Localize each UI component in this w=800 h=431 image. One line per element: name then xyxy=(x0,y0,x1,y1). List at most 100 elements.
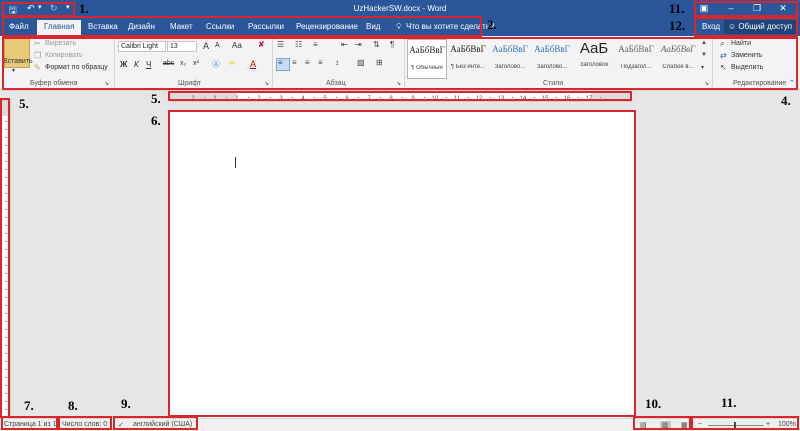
ribbon-display-options-icon[interactable]: ▣ xyxy=(697,3,711,14)
horizontal-ruler[interactable]: 2 1 1 2 3 4 5 6 7 8 9 10 11 12 13 14 15 16 17 xyxy=(170,92,632,102)
chevron-down-icon[interactable]: ▼ xyxy=(701,52,707,58)
tab-review[interactable]: Рецензирование xyxy=(296,22,358,31)
style-heading-2[interactable]: АаБбВвГ Заголово... xyxy=(533,39,571,77)
ruler-tick-mark xyxy=(5,393,7,394)
style-subtle-emphasis[interactable]: АаБбВвГ Слабое в... xyxy=(659,39,697,77)
ruler-tick-mark xyxy=(5,257,7,258)
justify-icon[interactable]: ≡ xyxy=(318,58,323,67)
signin-link[interactable]: Вход xyxy=(702,22,720,31)
dialog-launcher-icon[interactable]: ↘ xyxy=(396,80,401,87)
increase-indent-icon[interactable]: ⇥ xyxy=(355,40,362,49)
tab-design[interactable]: Дизайн xyxy=(128,22,155,31)
align-center-icon[interactable]: ≡ xyxy=(292,58,297,67)
language-indicator[interactable]: английский (США) xyxy=(133,421,192,428)
underline-button[interactable]: Ч xyxy=(146,60,151,69)
align-right-icon[interactable]: ≡ xyxy=(305,58,310,67)
word-count[interactable]: Число слов: 0 xyxy=(62,421,107,428)
style-no-spacing[interactable]: АаБбВвГ ¶ Без инте... xyxy=(449,39,487,77)
font-size-select[interactable]: 13 xyxy=(167,41,197,52)
zoom-in-icon[interactable]: + xyxy=(766,421,770,428)
italic-button[interactable]: К xyxy=(134,60,139,69)
style-normal[interactable]: АаБбВвГ ¶ Обычный xyxy=(407,39,447,79)
tab-insert[interactable]: Вставка xyxy=(88,22,118,31)
line-spacing-icon[interactable]: ↕ xyxy=(335,58,339,67)
tab-home[interactable]: Главная xyxy=(37,20,82,36)
style-heading-1[interactable]: АаБбВвГ Заголово... xyxy=(491,39,529,77)
ruler-tick-label: 16 xyxy=(564,96,571,102)
style-subtitle[interactable]: АаБбВвГ Подзагол... xyxy=(617,39,655,77)
zoom-slider[interactable] xyxy=(708,425,764,426)
tell-me-search[interactable]: Что вы хотите сделать? xyxy=(406,22,494,31)
chevron-up-icon[interactable]: ▲ xyxy=(701,40,707,46)
close-icon[interactable]: ✕ xyxy=(776,3,790,14)
replace-button[interactable]: Заменить xyxy=(731,52,762,59)
ruler-tick-mark xyxy=(5,321,7,322)
font-color-button[interactable]: A xyxy=(250,59,256,69)
style-title[interactable]: АаБ Заголовок xyxy=(575,39,613,77)
dialog-launcher-icon[interactable]: ↘ xyxy=(264,80,269,87)
text-effects-icon[interactable]: Ⓐ xyxy=(212,59,220,70)
decrease-indent-icon[interactable]: ⇤ xyxy=(341,40,348,49)
scissors-icon: ✂ xyxy=(34,39,41,48)
ruler-tick-mark xyxy=(5,129,7,130)
font-family-select[interactable]: Calibri Light xyxy=(118,41,166,52)
zoom-slider-thumb[interactable] xyxy=(734,422,736,429)
subscript-button[interactable]: x₂ xyxy=(180,60,186,67)
numbering-icon[interactable]: ☷ xyxy=(295,40,302,49)
select-button[interactable]: Выделить xyxy=(731,64,763,71)
web-layout-icon[interactable]: ▦ xyxy=(681,421,688,429)
sort-icon[interactable]: ⇅ xyxy=(373,40,380,49)
collapse-ribbon-icon[interactable]: ⌃ xyxy=(789,79,795,87)
pilcrow-icon[interactable]: ¶ xyxy=(390,40,394,49)
tab-file[interactable]: Файл xyxy=(9,22,29,31)
superscript-button[interactable]: x² xyxy=(193,60,199,67)
shrink-font-button[interactable]: A xyxy=(215,42,220,49)
ruler-tick-mark xyxy=(424,97,425,98)
style-name: Заголово... xyxy=(494,64,526,70)
paste-button-label[interactable]: Вставить xyxy=(3,58,33,65)
annotation-number: 11. xyxy=(669,1,685,16)
align-left-icon: ≡ xyxy=(278,58,283,67)
tab-layout[interactable]: Макет xyxy=(170,22,193,31)
grow-font-button[interactable]: A xyxy=(203,41,209,51)
ruler-ticks: 2 1 1 2 3 4 5 6 7 8 9 10 11 12 13 14 15 16 17 xyxy=(191,96,601,102)
bold-button[interactable]: Ж xyxy=(120,60,127,69)
clear-formatting-icon[interactable]: ✘ xyxy=(258,40,265,49)
tab-references[interactable]: Ссылки xyxy=(206,22,234,31)
proofing-icon[interactable]: ✓ xyxy=(118,421,124,429)
restore-icon[interactable]: ❐ xyxy=(750,3,764,14)
ruler-tick-label: 8 xyxy=(389,96,393,102)
more-styles-icon[interactable]: ▾ xyxy=(701,64,704,71)
change-case-button[interactable]: Aa xyxy=(232,41,242,50)
divider xyxy=(712,39,713,87)
ruler-tick-mark xyxy=(5,313,7,314)
dialog-launcher-icon[interactable]: ↘ xyxy=(104,80,109,87)
tab-view[interactable]: Вид xyxy=(366,22,380,31)
multilevel-list-icon[interactable]: ≡ xyxy=(313,40,318,49)
share-button[interactable]: ☺ Общий доступ xyxy=(724,20,797,34)
vertical-ruler[interactable] xyxy=(1,100,11,417)
ruler-tick-label: 5 xyxy=(323,96,327,102)
highlighter-icon[interactable]: ✏ xyxy=(229,59,236,68)
shading-icon[interactable]: ▧ xyxy=(357,58,365,67)
borders-icon[interactable]: ⊞ xyxy=(376,58,383,67)
zoom-level[interactable]: 100% xyxy=(778,421,796,428)
ruler-tick-mark xyxy=(380,97,381,98)
minimize-icon[interactable]: – xyxy=(724,3,738,13)
format-painter-button[interactable]: Формат по образцу xyxy=(45,64,108,71)
bullets-icon[interactable]: ☰ xyxy=(277,40,284,49)
chevron-down-icon[interactable]: ▾ xyxy=(12,67,15,74)
document-page[interactable] xyxy=(170,112,634,416)
copy-button[interactable]: Копировать xyxy=(45,52,83,59)
ruler-tick-mark xyxy=(5,297,7,298)
strikethrough-button[interactable]: abc xyxy=(163,60,174,67)
zoom-out-icon[interactable]: − xyxy=(698,421,702,428)
tab-mailings[interactable]: Рассылки xyxy=(248,22,284,31)
page-count[interactable]: Страница 1 из 1 xyxy=(4,421,56,428)
print-layout-icon[interactable]: ▥ xyxy=(660,421,671,429)
dialog-launcher-icon[interactable]: ↘ xyxy=(704,80,709,87)
find-button[interactable]: Найти xyxy=(731,40,751,47)
ruler-tick-mark xyxy=(5,177,7,178)
cut-button[interactable]: Вырезать xyxy=(45,40,76,47)
read-mode-icon[interactable]: ▤ xyxy=(640,421,647,429)
